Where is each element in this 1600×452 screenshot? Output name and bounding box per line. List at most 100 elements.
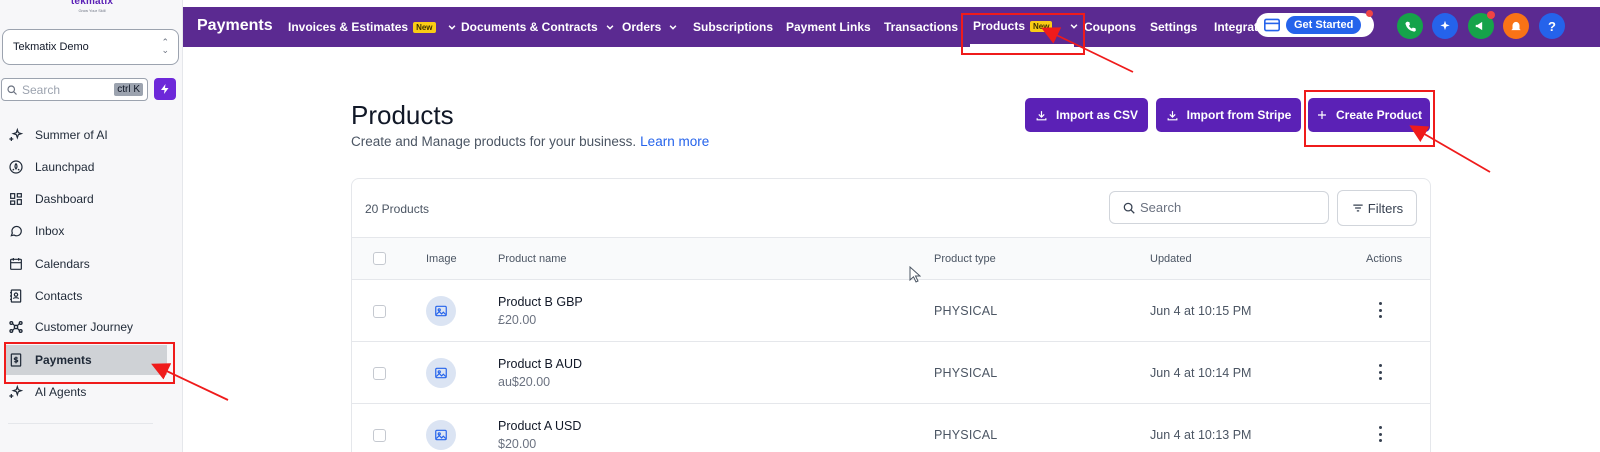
product-name[interactable]: Product A USD xyxy=(498,419,581,433)
tab-settings[interactable]: Settings xyxy=(1150,20,1197,34)
products-table-card: 20 Products Search Filters Image Product… xyxy=(351,178,1431,452)
select-all-checkbox[interactable] xyxy=(373,252,386,265)
account-switcher[interactable]: Tekmatix Demo ⌃ ⌄ xyxy=(2,29,179,65)
ai-assistant-button[interactable] xyxy=(1432,13,1458,39)
lightning-icon xyxy=(161,84,169,94)
tab-label: Documents & Contracts xyxy=(461,20,598,34)
section-title: Payments xyxy=(197,17,273,34)
app-root: tekmatix Grow Your Skill Tekmatix Demo ⌃… xyxy=(0,0,1600,452)
notification-dot xyxy=(1487,11,1495,19)
page-title: Products xyxy=(351,100,454,130)
sidebar-item-summer-of-ai[interactable]: Summer of AI xyxy=(0,120,168,150)
chevron-down-icon xyxy=(606,25,614,30)
sidebar-divider xyxy=(8,423,153,424)
sparkle-icon xyxy=(8,384,24,400)
notifications-button[interactable] xyxy=(1503,13,1529,39)
more-actions-icon[interactable] xyxy=(1374,364,1386,380)
image-placeholder-icon xyxy=(426,296,456,326)
row-checkbox[interactable] xyxy=(373,429,386,442)
import-stripe-button[interactable]: Import from Stripe xyxy=(1156,98,1301,132)
product-count: 20 Products xyxy=(365,202,430,216)
tab-label: Orders xyxy=(622,20,662,34)
more-actions-icon[interactable] xyxy=(1374,426,1386,442)
filters-label: Filters xyxy=(1367,200,1404,216)
sidebar-item-inbox[interactable]: Inbox xyxy=(0,216,168,246)
get-started-button[interactable]: Get Started xyxy=(1256,13,1374,37)
tab-invoices-estimates[interactable]: Invoices & Estimates New xyxy=(288,20,457,34)
page-subtitle: Create and Manage products for your busi… xyxy=(351,134,709,149)
button-label: Import from Stripe xyxy=(1186,108,1292,122)
chevron-down-icon xyxy=(448,25,455,30)
filters-button[interactable]: Filters xyxy=(1337,190,1417,226)
tab-label: Coupons xyxy=(1084,20,1136,34)
brand-name: tekmatix xyxy=(70,0,114,7)
table-row[interactable]: Product B GBP £20.00 PHYSICAL Jun 4 at 1… xyxy=(352,280,1430,342)
help-button[interactable]: ? xyxy=(1539,13,1565,39)
search-icon xyxy=(1123,202,1135,214)
new-badge: New xyxy=(413,21,436,33)
table-row[interactable]: Product A USD $20.00 PHYSICAL Jun 4 at 1… xyxy=(352,404,1430,452)
sidebar-item-launchpad[interactable]: Launchpad xyxy=(0,152,168,182)
tab-orders[interactable]: Orders xyxy=(622,20,678,34)
brand-tagline: Grow Your Skill xyxy=(78,8,106,13)
notification-dot xyxy=(1366,10,1373,17)
sidebar-item-calendars[interactable]: Calendars xyxy=(0,249,168,279)
learn-more-link[interactable]: Learn more xyxy=(640,134,709,149)
product-price: £20.00 xyxy=(498,313,537,327)
table-search-input[interactable]: Search xyxy=(1109,191,1329,224)
product-type: PHYSICAL xyxy=(934,428,998,442)
row-checkbox[interactable] xyxy=(373,305,386,318)
tab-label: Subscriptions xyxy=(693,20,774,34)
product-type: PHYSICAL xyxy=(934,366,998,380)
get-started-label: Get Started xyxy=(1286,16,1362,34)
mouse-cursor-icon xyxy=(909,266,921,283)
sidebar-item-label: Inbox xyxy=(35,224,65,238)
row-checkbox[interactable] xyxy=(373,367,386,380)
sidebar-search-placeholder: Search xyxy=(22,82,61,97)
table-search-placeholder: Search xyxy=(1140,200,1182,215)
sparkle-icon xyxy=(1440,20,1450,31)
sidebar: tekmatix Grow Your Skill Tekmatix Demo ⌃… xyxy=(0,0,183,452)
sidebar-item-label: Customer Journey xyxy=(35,320,134,334)
table-header: Image Product name Product type Updated … xyxy=(352,237,1430,280)
annotation-highlight-products-tab xyxy=(961,13,1085,55)
tab-transactions[interactable]: Transactions xyxy=(884,20,958,34)
download-icon xyxy=(1036,110,1047,120)
tab-subscriptions[interactable]: Subscriptions xyxy=(693,20,773,34)
column-header-actions: Actions xyxy=(1366,253,1403,265)
storefront-icon xyxy=(1264,18,1280,32)
column-header-product-type: Product type xyxy=(934,253,996,265)
product-name[interactable]: Product B AUD xyxy=(498,357,582,371)
quick-action-button[interactable] xyxy=(154,78,176,100)
image-placeholder-icon xyxy=(426,358,456,388)
announcements-button[interactable] xyxy=(1468,11,1495,39)
tab-integrations[interactable]: Integrati xyxy=(1214,20,1261,34)
megaphone-icon xyxy=(1475,21,1483,31)
more-actions-icon[interactable] xyxy=(1374,302,1386,318)
sidebar-item-contacts[interactable]: Contacts xyxy=(0,281,168,311)
sidebar-item-label: Contacts xyxy=(35,289,83,303)
tab-label: Settings xyxy=(1150,20,1198,34)
tab-payment-links[interactable]: Payment Links xyxy=(786,20,871,34)
tab-documents-contracts[interactable]: Documents & Contracts xyxy=(461,20,615,34)
product-type: PHYSICAL xyxy=(934,304,998,318)
table-row[interactable]: Product B AUD au$20.00 PHYSICAL Jun 4 at… xyxy=(352,342,1430,404)
button-label: Import as CSV xyxy=(1055,108,1139,122)
tab-coupons[interactable]: Coupons xyxy=(1084,20,1136,34)
search-shortcut: ctrl K xyxy=(114,83,143,96)
download-icon xyxy=(1167,110,1178,120)
column-header-updated: Updated xyxy=(1150,253,1192,265)
sidebar-search-input[interactable]: Search ctrl K xyxy=(1,78,148,101)
brand-logo: tekmatix Grow Your Skill xyxy=(64,0,120,13)
top-nav-bar: Payments Invoices & Estimates New Docume… xyxy=(183,7,1600,47)
calendar-icon xyxy=(8,256,24,272)
sidebar-item-dashboard[interactable]: Dashboard xyxy=(0,184,168,214)
phone-button[interactable] xyxy=(1397,13,1423,39)
image-placeholder-icon xyxy=(426,420,456,450)
subtitle-text: Create and Manage products for your busi… xyxy=(351,134,637,149)
updown-chevron-icon: ⌃ ⌄ xyxy=(161,37,169,55)
import-csv-button[interactable]: Import as CSV xyxy=(1025,98,1148,132)
product-name[interactable]: Product B GBP xyxy=(498,295,583,309)
sparkle-icon xyxy=(8,127,24,143)
sidebar-item-customer-journey[interactable]: Customer Journey xyxy=(0,312,168,342)
